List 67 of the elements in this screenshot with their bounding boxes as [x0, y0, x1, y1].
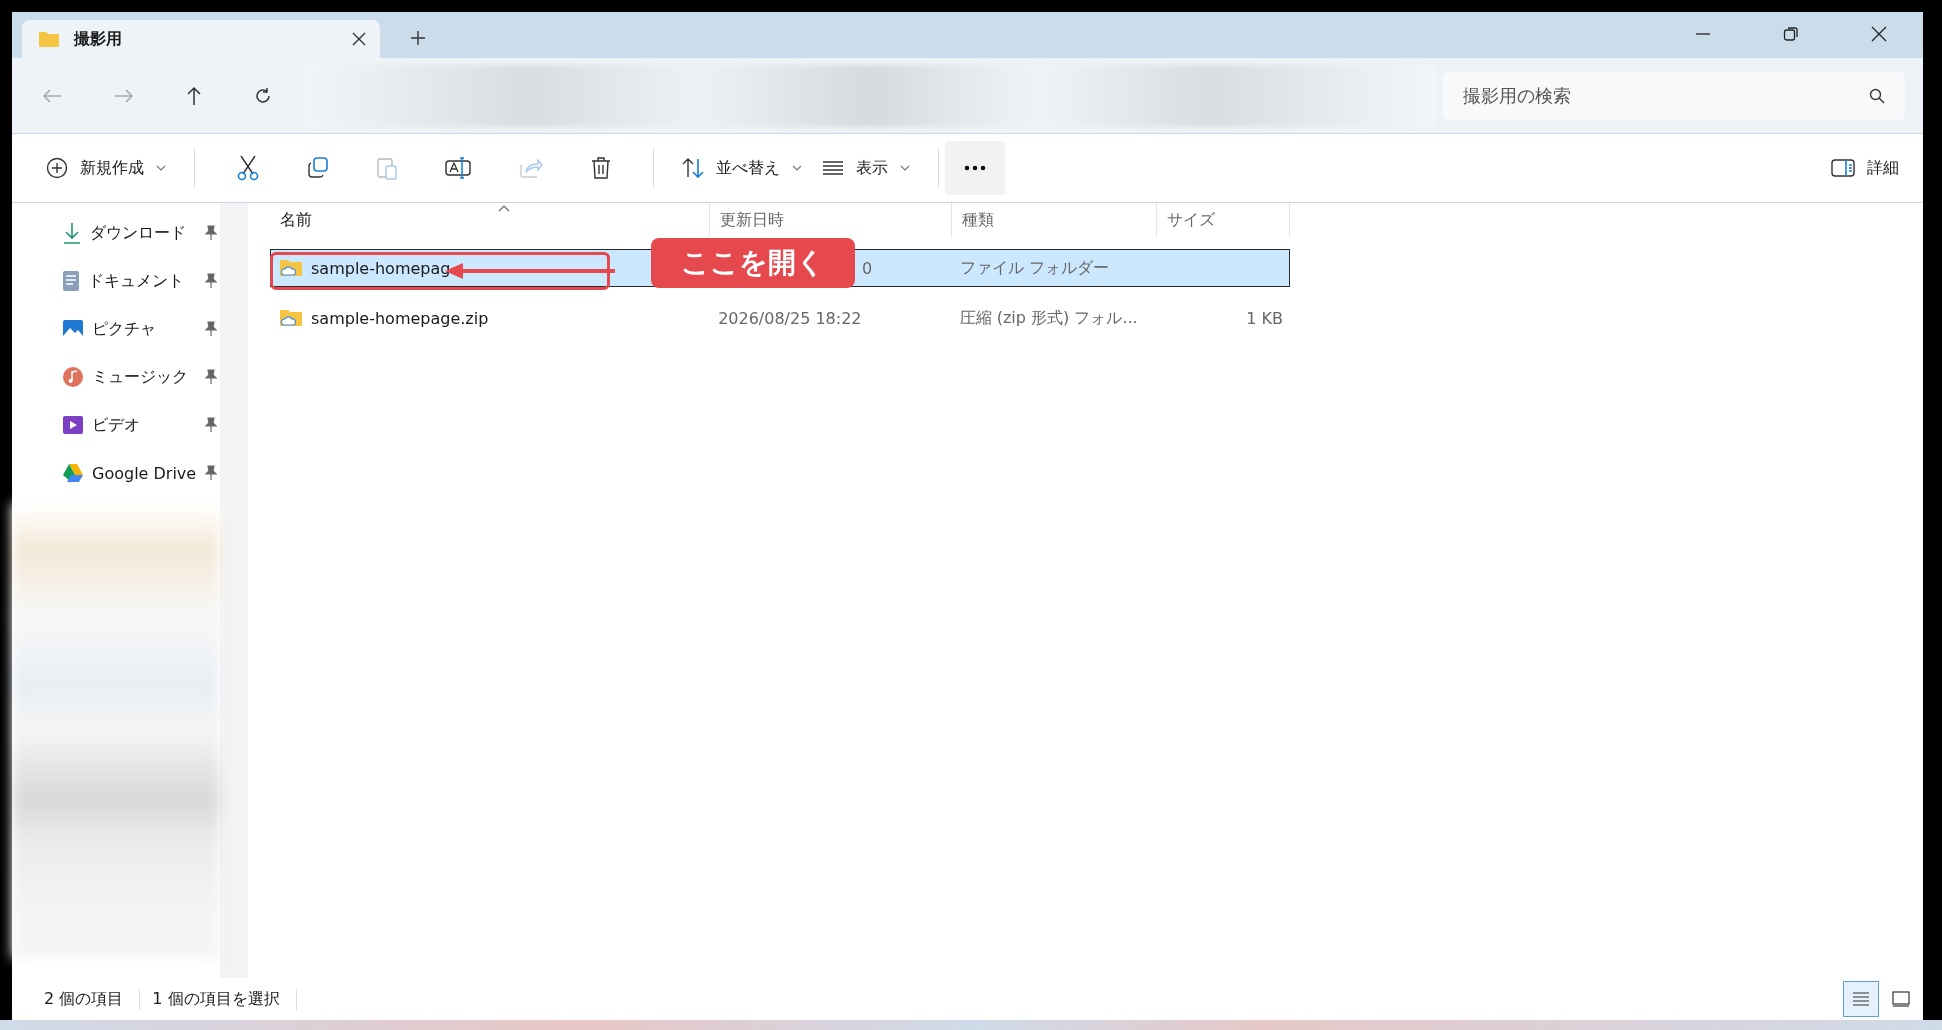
sidebar-item[interactable]: ダウンロード — [12, 209, 220, 257]
close-icon[interactable] — [1871, 26, 1887, 42]
image-icon — [62, 319, 84, 339]
more-icon — [964, 165, 986, 171]
column-header[interactable]: 種類 — [952, 203, 1157, 237]
sidebar-label: ドキュメント — [88, 270, 184, 292]
selection-count: 1 個の項目を選択 — [140, 988, 297, 1010]
trash-icon[interactable] — [591, 156, 611, 180]
clipboard-icon[interactable] — [377, 156, 397, 180]
details-button[interactable]: 詳細 — [1821, 149, 1909, 187]
add-icon[interactable] — [410, 30, 426, 46]
sidebar-label: Google Drive — [92, 463, 197, 483]
details-view-button[interactable] — [1843, 981, 1879, 1017]
file-size: 1 KB — [1246, 308, 1283, 328]
sidebar-item[interactable]: Google Drive — [12, 449, 220, 497]
search-field[interactable]: 撮影用の検索 — [1443, 71, 1905, 120]
file-type: ファイル フォルダー — [959, 257, 1109, 279]
view-button[interactable]: 表示 — [812, 149, 920, 187]
modified-date: 2026/08/25 18:22 — [718, 308, 862, 328]
folder-icon — [279, 258, 303, 278]
column-header[interactable]: サイズ — [1157, 203, 1290, 237]
music-icon — [62, 366, 84, 388]
folder-tab[interactable]: 撮影用 — [22, 20, 380, 58]
restore-icon[interactable] — [1783, 26, 1799, 42]
sort-arrows-icon — [682, 157, 704, 179]
sidebar-item[interactable]: ビデオ — [12, 401, 220, 449]
file-name: sample-homepage.zip — [311, 308, 489, 328]
sidebar-item[interactable]: ミュージック — [12, 353, 220, 401]
sort-button[interactable]: 並べ替え — [672, 149, 812, 187]
sidebar-label: ビデオ — [92, 414, 140, 436]
sidebar-label: ミュージック — [92, 366, 188, 388]
new-button[interactable]: 新規作成 — [36, 149, 176, 187]
refresh-icon[interactable] — [254, 86, 272, 105]
tab-title: 撮影用 — [74, 28, 123, 50]
item-count: 2 個の項目 — [32, 988, 141, 1010]
chevron-icon — [156, 165, 166, 171]
sidebar-label: ダウンロード — [90, 222, 186, 244]
annotation-tooltip: ここを開く — [651, 238, 855, 288]
column-header[interactable]: 名前 — [270, 203, 710, 237]
close-icon[interactable] — [352, 32, 366, 46]
video-icon — [62, 415, 84, 435]
scrollbar-track[interactable] — [220, 203, 248, 978]
rename-icon[interactable] — [445, 157, 471, 179]
download-icon — [62, 222, 82, 244]
folder-icon — [38, 30, 60, 48]
column-header[interactable]: 更新日時 — [710, 203, 952, 237]
sidebar-label: ピクチャ — [92, 318, 156, 340]
modified-date: 0 — [861, 258, 873, 278]
tiles-icon — [1892, 991, 1910, 1007]
folder-icon — [279, 308, 303, 328]
details-pane-icon — [1831, 159, 1855, 177]
sidebar-item[interactable]: ピクチャ — [12, 305, 220, 353]
drive-icon — [62, 463, 84, 483]
list-icon — [822, 160, 844, 176]
add-icon — [46, 157, 68, 179]
scissors-icon[interactable] — [237, 155, 259, 181]
chevron-icon — [792, 165, 802, 171]
search-icon[interactable] — [1869, 87, 1885, 104]
copy-icon[interactable] — [307, 157, 329, 179]
file-type: 圧縮 (zip 形式) フォル... — [959, 307, 1138, 329]
sidebar-item[interactable]: ドキュメント — [12, 257, 220, 305]
file-row[interactable]: sample-homepage.zip 2026/08/25 18:22 圧縮 (zip 形式) フォル... 1 KB — [270, 299, 1290, 337]
document-icon — [62, 270, 80, 292]
chevron-icon — [900, 165, 910, 171]
file-name: sample-homepag — [311, 258, 451, 278]
up-arrow-icon[interactable] — [186, 85, 202, 106]
list-icon — [1852, 991, 1870, 1007]
